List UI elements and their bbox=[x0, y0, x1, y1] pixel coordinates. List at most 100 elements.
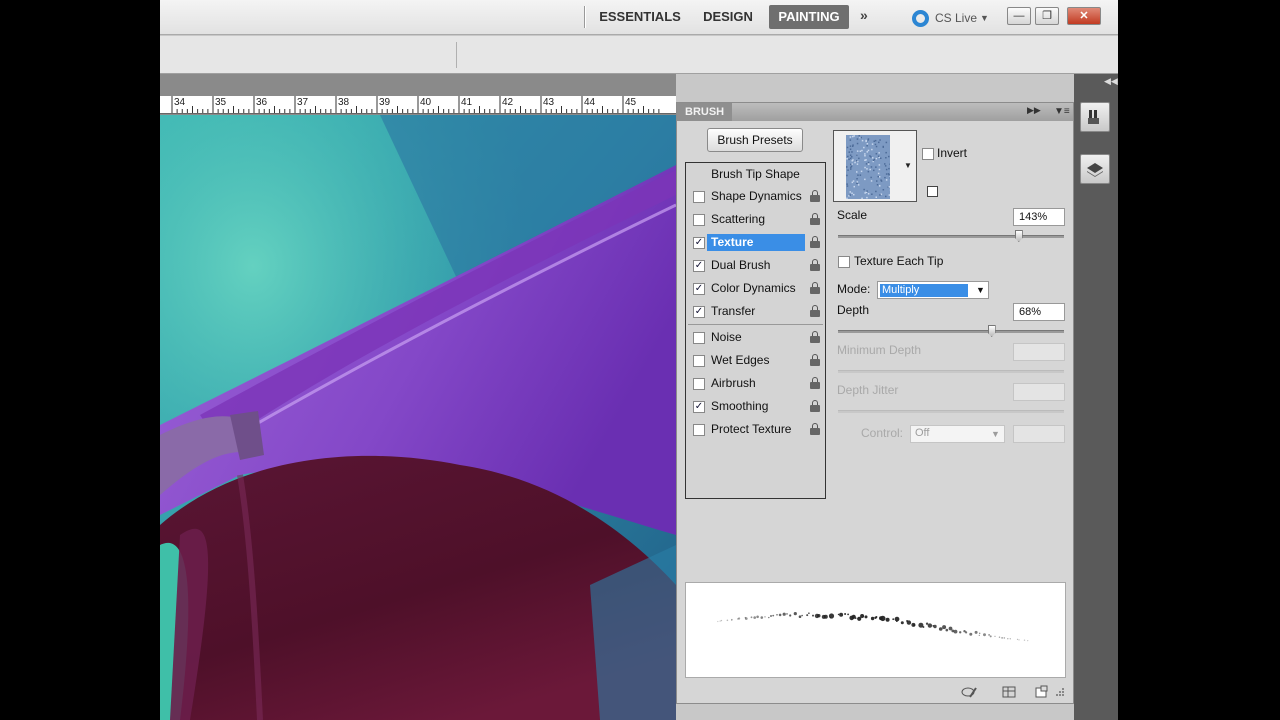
cs-live-icon bbox=[912, 9, 929, 27]
lock-icon[interactable] bbox=[810, 236, 820, 248]
brush-presets-button[interactable]: Brush Presets bbox=[707, 128, 803, 152]
canvas-artwork[interactable] bbox=[160, 115, 676, 720]
control-value-field bbox=[1013, 425, 1065, 443]
lock-icon[interactable] bbox=[810, 213, 820, 225]
ruler-label: 35 bbox=[215, 97, 227, 108]
brush-option-wet-edges[interactable]: Wet Edges bbox=[686, 350, 825, 371]
brush-option-airbrush[interactable]: Airbrush bbox=[686, 373, 825, 394]
wet-edges-checkbox[interactable] bbox=[693, 354, 705, 367]
panel-footer bbox=[677, 683, 1073, 703]
panel-menu-icon[interactable]: ▼≡ bbox=[1054, 106, 1070, 117]
transfer-checkbox[interactable]: ✓ bbox=[693, 305, 705, 318]
brush-option-label: Wet Edges bbox=[711, 353, 770, 367]
lock-icon[interactable] bbox=[810, 377, 820, 389]
texture-checkbox[interactable]: ✓ bbox=[693, 236, 705, 249]
chevron-down-icon[interactable]: ▼ bbox=[904, 161, 912, 170]
ruler-label: 45 bbox=[625, 97, 637, 108]
smoothing-checkbox[interactable]: ✓ bbox=[693, 400, 705, 413]
new-preset-icon[interactable] bbox=[927, 186, 938, 197]
scale-value-field[interactable]: 143% bbox=[1013, 208, 1065, 226]
scale-slider-track[interactable] bbox=[838, 235, 1064, 238]
brush-option-dual-brush[interactable]: ✓ Dual Brush bbox=[686, 255, 825, 276]
dual-brush-checkbox[interactable]: ✓ bbox=[693, 259, 705, 272]
photoshop-window: ESSENTIALS DESIGN PAINTING » CS Live ▼ —… bbox=[160, 0, 1118, 720]
mode-selected-value: Multiply bbox=[880, 284, 968, 297]
workspace-essentials-button[interactable]: ESSENTIALS bbox=[596, 5, 684, 29]
brush-panel-tab[interactable]: BRUSH bbox=[677, 103, 733, 121]
brush-tip-shape-item[interactable]: Brush Tip Shape bbox=[686, 163, 825, 184]
create-new-brush-icon[interactable] bbox=[1033, 685, 1049, 699]
brush-option-transfer[interactable]: ✓ Transfer bbox=[686, 301, 825, 322]
lock-icon[interactable] bbox=[810, 259, 820, 271]
depth-value-field[interactable]: 68% bbox=[1013, 303, 1065, 321]
minimize-icon[interactable]: — bbox=[1007, 7, 1031, 25]
protect-texture-checkbox[interactable] bbox=[693, 423, 705, 436]
ruler-label: 42 bbox=[502, 97, 514, 108]
lock-icon[interactable] bbox=[810, 400, 820, 412]
chevron-down-icon: ▼ bbox=[980, 13, 989, 23]
brush-option-smoothing[interactable]: ✓ Smoothing bbox=[686, 396, 825, 417]
ruler-ticks bbox=[171, 96, 660, 113]
workspace-painting-button[interactable]: PAINTING bbox=[769, 5, 849, 29]
depth-slider-track[interactable] bbox=[838, 330, 1064, 333]
depth-slider-thumb[interactable] bbox=[987, 325, 996, 337]
double-chevron-right-icon[interactable]: ▶▶ bbox=[1027, 105, 1041, 116]
brush-option-noise[interactable]: Noise bbox=[686, 327, 825, 348]
brush-panel: BRUSH ▶▶ ▼≡ Brush Presets Brush Tip Shap… bbox=[676, 102, 1074, 704]
minimum-depth-slider-track bbox=[838, 370, 1064, 373]
depth-jitter-label: Depth Jitter bbox=[837, 383, 899, 397]
scale-slider-thumb[interactable] bbox=[1014, 230, 1023, 242]
ruler-label: 39 bbox=[379, 97, 391, 108]
depth-jitter-slider-track bbox=[838, 410, 1064, 413]
lock-icon[interactable] bbox=[810, 423, 820, 435]
toggle-live-tip-preview-icon[interactable] bbox=[961, 685, 977, 699]
restore-icon[interactable]: ❐ bbox=[1035, 7, 1059, 25]
ruler-label: 44 bbox=[584, 97, 596, 108]
brush-option-texture[interactable]: ✓ Texture bbox=[686, 232, 825, 253]
brush-panel-icon[interactable] bbox=[1080, 102, 1110, 132]
control-selected-value: Off bbox=[915, 427, 930, 439]
panel-dock: ◀◀ bbox=[1074, 74, 1118, 720]
brush-option-label: Transfer bbox=[711, 304, 756, 318]
lock-icon[interactable] bbox=[810, 282, 820, 294]
shape-dynamics-checkbox[interactable] bbox=[693, 190, 705, 203]
scattering-checkbox[interactable] bbox=[693, 213, 705, 226]
options-separator bbox=[456, 42, 457, 68]
double-chevron-left-icon[interactable]: ◀◀ bbox=[1104, 76, 1118, 87]
close-icon[interactable]: ✕ bbox=[1067, 7, 1101, 25]
lock-icon[interactable] bbox=[810, 305, 820, 317]
brush-option-label: Smoothing bbox=[711, 399, 769, 413]
control-label: Control: bbox=[861, 426, 904, 440]
chevron-down-icon: ▼ bbox=[976, 285, 985, 295]
minimum-depth-label: Minimum Depth bbox=[837, 343, 922, 357]
ruler-label: 37 bbox=[297, 97, 309, 108]
brush-option-color-dynamics[interactable]: ✓ Color Dynamics bbox=[686, 278, 825, 299]
texture-pattern-picker[interactable]: ▼ bbox=[833, 130, 917, 202]
panel-header: BRUSH ▶▶ ▼≡ bbox=[677, 103, 1073, 121]
workspace-design-button[interactable]: DESIGN bbox=[696, 5, 760, 29]
brush-option-shape-dynamics[interactable]: Shape Dynamics bbox=[686, 186, 825, 207]
brush-option-protect-texture[interactable]: Protect Texture bbox=[686, 419, 825, 440]
brush-option-scattering[interactable]: Scattering bbox=[686, 209, 825, 230]
lock-icon[interactable] bbox=[810, 190, 820, 202]
lock-icon[interactable] bbox=[810, 331, 820, 343]
ruler-label: 38 bbox=[338, 97, 350, 108]
open-preset-manager-icon[interactable] bbox=[1001, 685, 1017, 699]
brush-option-label: Airbrush bbox=[711, 376, 756, 390]
depth-jitter-field bbox=[1013, 383, 1065, 401]
noise-checkbox[interactable] bbox=[693, 331, 705, 344]
layers-panel-icon[interactable] bbox=[1080, 154, 1110, 184]
double-chevron-right-icon[interactable]: » bbox=[860, 7, 868, 23]
texture-each-tip-checkbox[interactable] bbox=[838, 256, 850, 268]
color-dynamics-checkbox[interactable]: ✓ bbox=[693, 282, 705, 295]
lock-icon[interactable] bbox=[810, 354, 820, 366]
airbrush-checkbox[interactable] bbox=[693, 377, 705, 390]
control-select: Off ▼ bbox=[910, 425, 1005, 443]
invert-checkbox[interactable] bbox=[922, 148, 934, 160]
mode-label: Mode: bbox=[837, 282, 871, 296]
resize-grip-icon[interactable] bbox=[1055, 685, 1065, 699]
brush-stroke-preview-image bbox=[717, 612, 1029, 642]
cs-live-menu[interactable]: CS Live ▼ bbox=[912, 8, 989, 28]
brush-option-label: Color Dynamics bbox=[711, 281, 796, 295]
mode-select[interactable]: Multiply ▼ bbox=[877, 281, 989, 299]
